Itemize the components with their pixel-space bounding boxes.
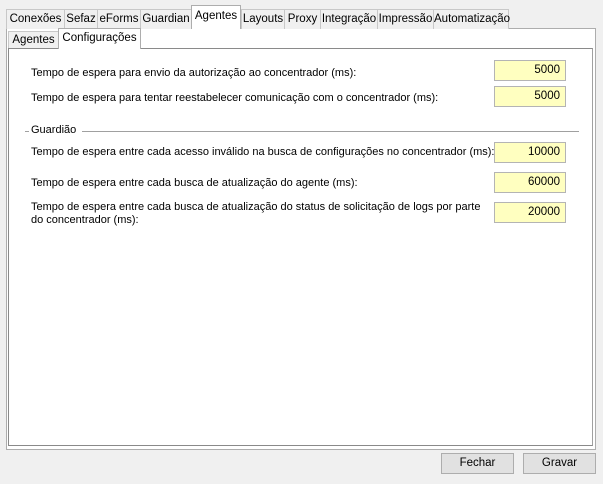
tab-guardian[interactable]: Guardian <box>140 9 192 29</box>
field-label: Tempo de espera entre cada acesso inváli… <box>31 146 495 158</box>
group-line <box>25 131 29 132</box>
field-label: Tempo de espera para envio da autorizaçã… <box>31 67 357 79</box>
reconnect-timeout-input[interactable]: 5000 <box>494 86 566 107</box>
tab-eforms[interactable]: eForms <box>97 9 141 29</box>
tab-automatizacao[interactable]: Automatização <box>433 9 510 29</box>
subtab-configuracoes[interactable]: Configurações <box>58 28 141 49</box>
close-button[interactable]: Fechar <box>441 453 514 474</box>
tab-integracao[interactable]: Integração <box>320 9 378 29</box>
tab-conexoes[interactable]: Conexões <box>6 9 65 29</box>
auth-timeout-input[interactable]: 5000 <box>494 60 566 81</box>
subtab-agentes[interactable]: Agentes <box>8 31 59 48</box>
tab-impressao[interactable]: Impressão <box>377 9 434 29</box>
tab-sefaz[interactable]: Sefaz <box>64 9 98 29</box>
agent-update-timeout-input[interactable]: 60000 <box>494 172 566 193</box>
invalid-access-timeout-input[interactable]: 10000 <box>494 142 566 163</box>
logs-status-timeout-input[interactable]: 20000 <box>494 202 566 223</box>
group-line <box>82 131 579 132</box>
field-label: Tempo de espera para tentar reestabelece… <box>31 92 439 104</box>
tab-agentes[interactable]: Agentes <box>191 5 241 29</box>
guardiao-group-title: Guardião <box>31 124 77 136</box>
field-label: Tempo de espera entre cada busca de atua… <box>31 177 358 189</box>
config-panel <box>8 48 593 446</box>
tab-proxy[interactable]: Proxy <box>284 9 321 29</box>
field-label: Tempo de espera entre cada busca de atua… <box>31 201 481 226</box>
tab-layouts[interactable]: Layouts <box>241 9 285 29</box>
save-button[interactable]: Gravar <box>523 453 596 474</box>
